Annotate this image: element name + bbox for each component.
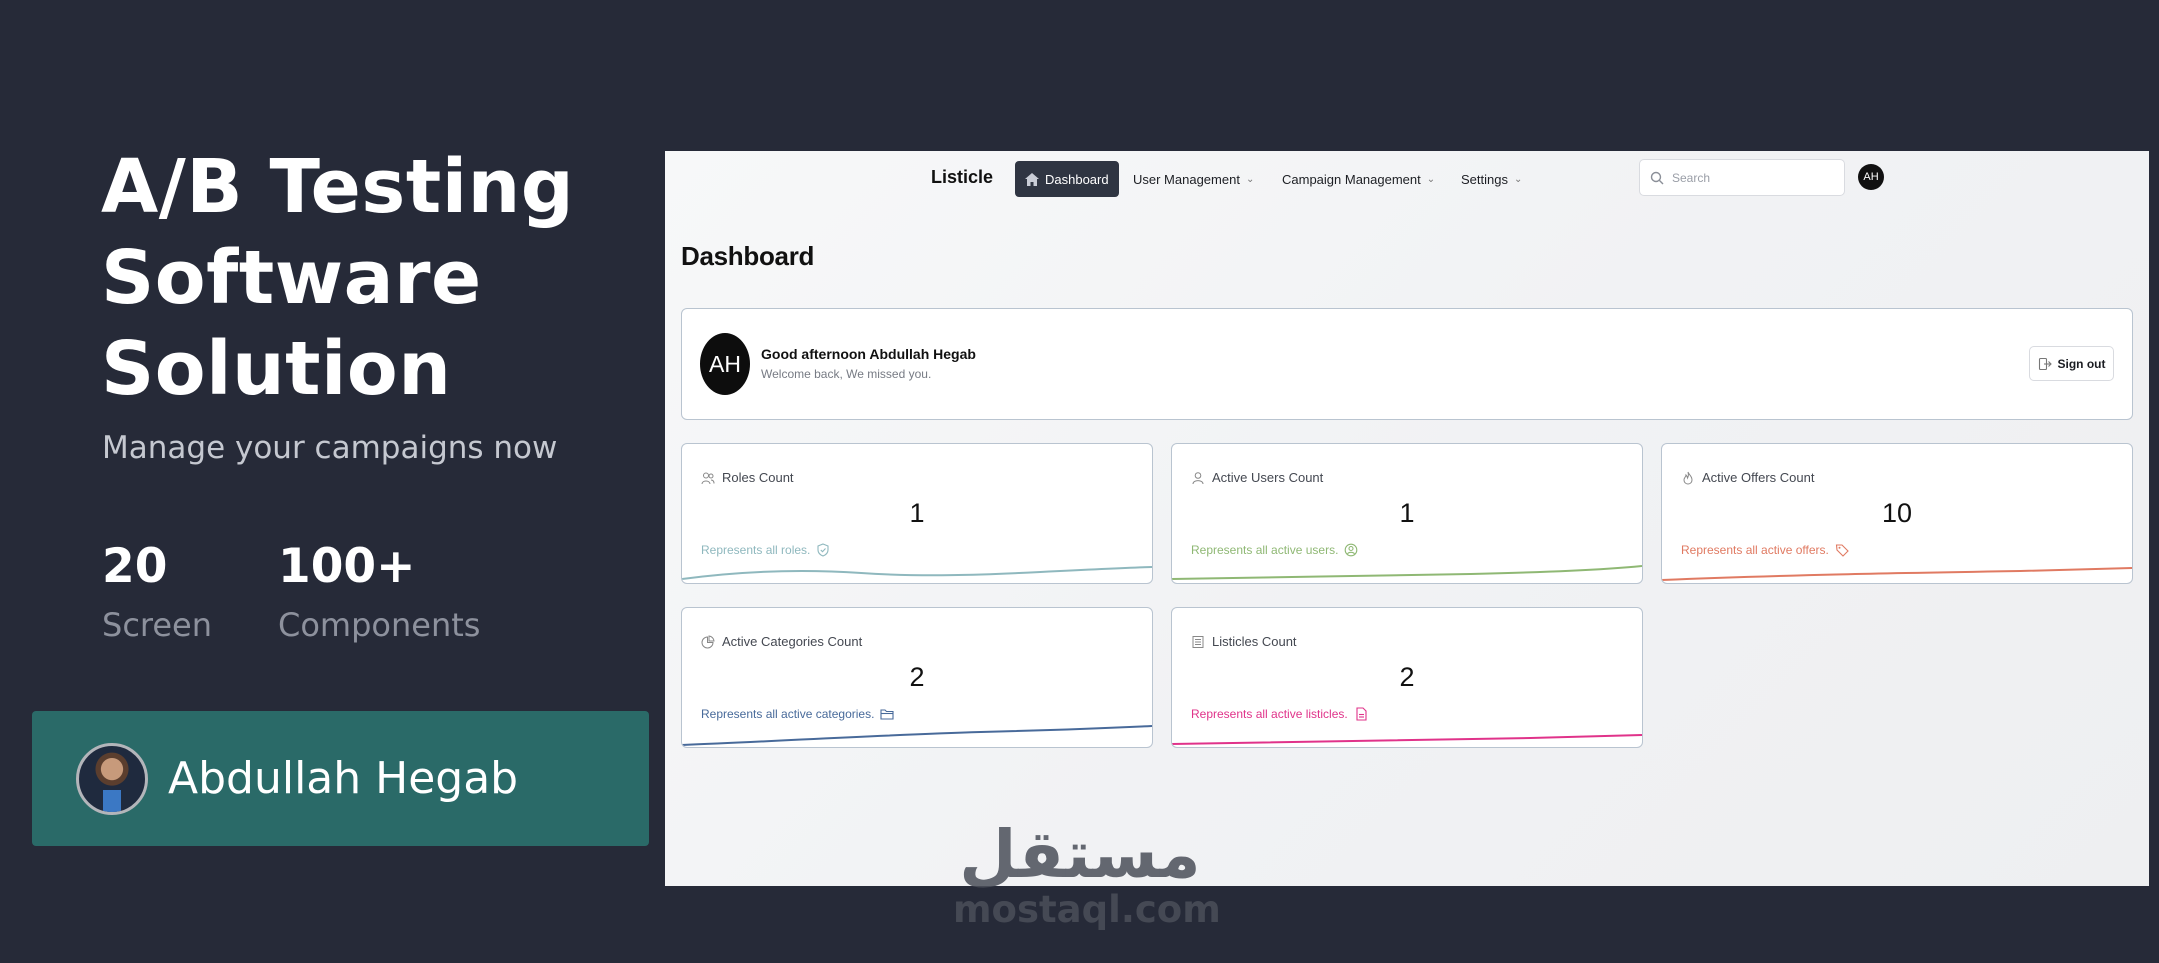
- watermark: مستقل mostaql.com: [953, 816, 1221, 931]
- user-icon: [1192, 471, 1204, 484]
- card-footer-text: Represents all active listicles.: [1191, 707, 1348, 721]
- card-value: 1: [1399, 498, 1415, 528]
- card-footer: Represents all active listicles.: [1191, 707, 1368, 721]
- card-title: Listicles Count: [1212, 634, 1297, 649]
- nav-settings[interactable]: Settings ⌄: [1461, 161, 1522, 197]
- card-title: Active Offers Count: [1702, 470, 1815, 485]
- author-avatar: [76, 742, 148, 815]
- nav-campaign-management-label: Campaign Management: [1282, 171, 1421, 187]
- file-icon: [1356, 707, 1367, 721]
- card-header: Active Categories Count: [701, 634, 862, 649]
- card-header: Roles Count: [701, 470, 794, 485]
- card-header: Listicles Count: [1191, 634, 1297, 649]
- search-box[interactable]: [1639, 159, 1845, 196]
- card-sparkline: [1172, 565, 1642, 580]
- stat-value: 20: [102, 539, 168, 594]
- card-title: Active Users Count: [1212, 470, 1324, 485]
- user-circle-icon: [1345, 543, 1358, 557]
- watermark-arabic: مستقل: [959, 816, 1201, 893]
- stat-components: 100+ Components: [278, 538, 480, 650]
- stat-card-active-users[interactable]: Active Users Count 1 Represents all acti…: [1171, 443, 1643, 584]
- roles-icon: [701, 472, 715, 484]
- stat-screens: 20 Screen: [102, 538, 212, 650]
- nav-dashboard[interactable]: Dashboard: [1015, 161, 1119, 197]
- card-sparkline: [1662, 567, 2132, 581]
- nav-campaign-management[interactable]: Campaign Management ⌄: [1282, 161, 1435, 197]
- user-avatar[interactable]: AH: [1858, 164, 1884, 190]
- stat-card-roles[interactable]: Roles Count 1 Represents all roles.: [681, 443, 1153, 584]
- stat-label: Components: [278, 606, 481, 644]
- search-input[interactable]: [1672, 170, 1832, 185]
- stat-label: Screen: [102, 606, 213, 644]
- list-icon: [1192, 635, 1204, 648]
- card-value: 10: [1881, 498, 1913, 528]
- stat-card-listicles[interactable]: Listicles Count 2 Represents all active …: [1171, 607, 1643, 748]
- tag-icon: [1835, 544, 1849, 557]
- sign-out-label: Sign out: [2057, 356, 2106, 371]
- nav-settings-label: Settings: [1461, 171, 1508, 187]
- card-sparkline: [682, 725, 1152, 746]
- flame-icon: [1683, 471, 1693, 485]
- card-value: 2: [1399, 662, 1415, 692]
- card-sparkline: [1172, 734, 1642, 745]
- nav-user-management[interactable]: User Management ⌄: [1133, 161, 1254, 197]
- card-footer-text: Represents all active users.: [1191, 543, 1339, 557]
- card-value: 1: [909, 498, 925, 528]
- hero-title: A/B Testing Software Solution: [101, 144, 575, 412]
- author-name: Abdullah Hegab: [168, 753, 519, 804]
- card-sparkline: [682, 566, 1152, 580]
- card-footer-text: Represents all active categories.: [701, 707, 875, 721]
- chevron-down-icon: ⌄: [1513, 173, 1523, 185]
- nav-user-management-label: User Management: [1133, 171, 1240, 187]
- card-header: Active Users Count: [1191, 470, 1323, 485]
- watermark-latin: mostaql.com: [953, 888, 1221, 931]
- chevron-down-icon: ⌄: [1245, 173, 1255, 185]
- shield-check-icon: [817, 543, 829, 557]
- brand-logo[interactable]: Listicle: [931, 167, 993, 188]
- welcome-greeting: Good afternoon Abdullah Hegab: [761, 346, 976, 362]
- sign-out-button[interactable]: Sign out: [2029, 346, 2114, 381]
- folder-icon: [880, 709, 894, 720]
- stat-value: 100+: [278, 539, 416, 594]
- stat-card-active-offers[interactable]: Active Offers Count 10 Represents all ac…: [1661, 443, 2133, 584]
- card-footer: Represents all active categories.: [701, 707, 894, 721]
- search-icon: [1650, 171, 1664, 184]
- pie-icon: [701, 634, 715, 648]
- card-footer: Represents all active users.: [1191, 543, 1358, 557]
- card-footer-text: Represents all active offers.: [1681, 543, 1829, 557]
- stat-card-active-categories[interactable]: Active Categories Count 2 Represents all…: [681, 607, 1153, 748]
- card-footer-text: Represents all roles.: [701, 543, 811, 557]
- welcome-avatar: AH: [700, 333, 750, 395]
- top-navbar: Listicle Dashboard User Management ⌄ Cam…: [665, 151, 2149, 203]
- welcome-card: AH Good afternoon Abdullah Hegab Welcome…: [681, 308, 2133, 420]
- chevron-down-icon: ⌄: [1426, 173, 1436, 185]
- home-icon: [1025, 172, 1039, 186]
- card-title: Roles Count: [722, 470, 794, 485]
- sign-out-icon: [2038, 357, 2052, 370]
- welcome-message: Welcome back, We missed you.: [761, 367, 932, 381]
- card-title: Active Categories Count: [722, 634, 863, 649]
- card-value: 2: [909, 662, 925, 692]
- page-title: Dashboard: [681, 241, 815, 271]
- card-header: Active Offers Count: [1681, 470, 1814, 485]
- nav-dashboard-label: Dashboard: [1045, 171, 1109, 187]
- app-window: Listicle Dashboard User Management ⌄ Cam…: [665, 151, 2149, 886]
- hero-subtitle: Manage your campaigns now: [102, 430, 558, 466]
- card-footer: Represents all roles.: [701, 543, 830, 557]
- author-card: Abdullah Hegab: [32, 711, 649, 846]
- card-footer: Represents all active offers.: [1681, 543, 1849, 557]
